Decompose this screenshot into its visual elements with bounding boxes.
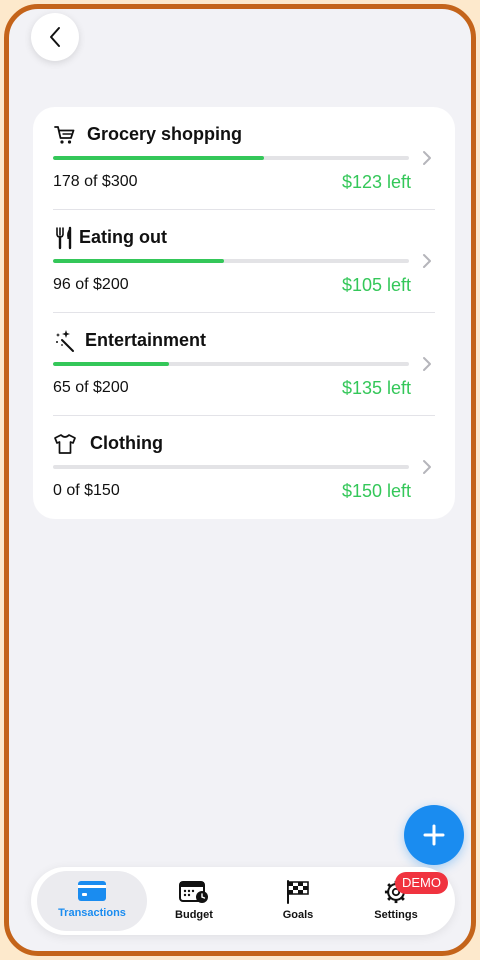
tab-label: Settings <box>374 909 418 921</box>
budget-row-grocery[interactable]: Grocery shopping 178 of $300 $123 left <box>33 107 455 210</box>
chevron-right-icon <box>423 254 431 268</box>
tab-label: Budget <box>175 909 213 921</box>
progress-bar <box>53 156 409 160</box>
progress-bar <box>53 259 409 263</box>
budget-row-title: Grocery shopping <box>87 124 243 144</box>
chevron-right-icon <box>423 151 431 165</box>
card-icon <box>78 881 106 901</box>
budget-row-entertainment[interactable]: Entertainment 65 of $200 $135 left <box>33 313 455 416</box>
tab-transactions[interactable]: Transactions <box>37 871 147 931</box>
tab-label: Transactions <box>58 907 126 919</box>
progress-fill <box>53 156 265 160</box>
tab-label: Goals <box>282 909 314 921</box>
progress-fill <box>53 259 224 263</box>
cart-icon <box>54 126 75 144</box>
spent-amount: 0 of $150 <box>53 482 120 499</box>
demo-badge: DEMO <box>395 872 448 894</box>
tab-bar: Transactions Budget Goals Settings DEMO <box>31 867 455 935</box>
budget-row-eating-out[interactable]: Eating out 96 of $200 $105 left <box>33 210 455 313</box>
magic-wand-icon <box>56 330 74 352</box>
tab-budget[interactable]: Budget <box>139 871 249 931</box>
progress-bar <box>53 465 409 469</box>
spent-amount: 65 of $200 <box>53 379 129 396</box>
remaining-amount: $105 left <box>341 275 411 295</box>
budget-row-clothing[interactable]: Clothing 0 of $150 $150 left <box>33 416 455 519</box>
checkered-flag-icon <box>287 880 309 904</box>
remaining-amount: $135 left <box>341 378 411 398</box>
back-button[interactable] <box>31 13 79 61</box>
tab-goals[interactable]: Goals <box>243 871 353 931</box>
progress-fill <box>53 362 169 366</box>
fork-knife-icon <box>56 226 72 250</box>
budget-card: Grocery shopping 178 of $300 $123 left E… <box>33 107 455 519</box>
budget-row-title: Eating out <box>79 227 167 247</box>
progress-bar <box>53 362 409 366</box>
tshirt-icon <box>54 434 76 454</box>
chevron-left-icon <box>50 27 60 47</box>
spent-amount: 96 of $200 <box>53 276 129 293</box>
app-screen: Grocery shopping 178 of $300 $123 left E… <box>4 4 476 956</box>
add-button[interactable] <box>404 805 464 865</box>
budget-row-title: Clothing <box>90 433 163 453</box>
remaining-amount: $150 left <box>341 481 411 501</box>
chevron-right-icon <box>423 460 431 474</box>
remaining-amount: $123 left <box>341 172 411 192</box>
budget-row-title: Entertainment <box>85 330 207 350</box>
plus-icon <box>423 824 445 846</box>
calendar-clock-icon <box>179 881 208 903</box>
spent-amount: 178 of $300 <box>53 173 138 190</box>
chevron-right-icon <box>423 357 431 371</box>
